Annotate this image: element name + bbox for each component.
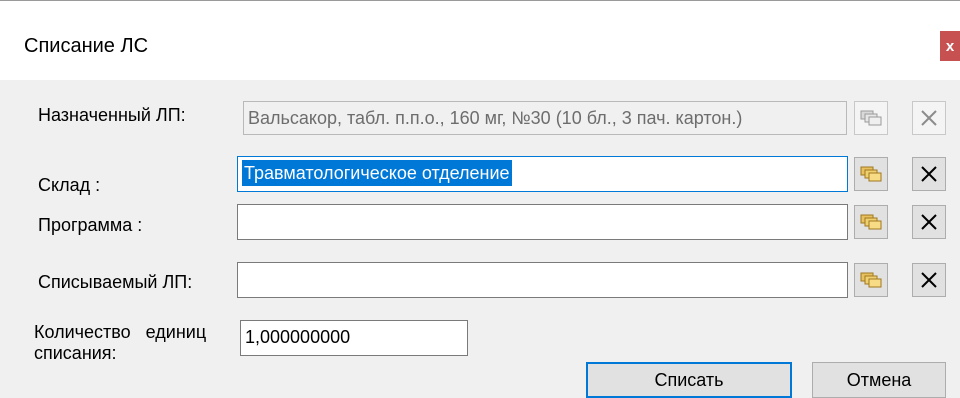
- assigned-drug-label: Назначенный ЛП:: [38, 105, 186, 125]
- quantity-label-line1: Количество единиц: [34, 322, 207, 342]
- x-icon: [921, 214, 937, 230]
- writeoff-drug-clear-button[interactable]: [912, 263, 946, 297]
- x-icon: [921, 110, 937, 126]
- cancel-button[interactable]: Отмена: [812, 362, 946, 398]
- writeoff-drug-field[interactable]: [237, 262, 848, 298]
- warehouse-value: Травматологическое отделение: [242, 160, 512, 186]
- program-label: Программа :: [38, 215, 143, 235]
- warehouse-lookup-button[interactable]: [854, 157, 888, 191]
- close-icon: x: [945, 37, 955, 55]
- writeoff-drug-label: Списываемый ЛП:: [38, 272, 193, 292]
- x-icon: [921, 166, 937, 182]
- program-clear-button[interactable]: [912, 205, 946, 239]
- assigned-drug-field: Вальсакор, табл. п.п.о., 160 мг, №30 (10…: [243, 101, 847, 135]
- x-icon: [921, 272, 937, 288]
- folders-icon: [860, 214, 882, 230]
- dialog-titlebar: Списание ЛС x: [0, 0, 960, 81]
- submit-button[interactable]: Списать: [586, 362, 792, 398]
- quantity-label: Количество единиц списания:: [34, 322, 206, 364]
- submit-button-label: Списать: [654, 369, 724, 390]
- quantity-label-line2: списания:: [34, 343, 117, 363]
- cancel-button-label: Отмена: [846, 369, 912, 390]
- quantity-value: 1,000000000: [245, 327, 351, 347]
- dialog-title: Списание ЛС: [24, 35, 149, 57]
- warehouse-clear-button[interactable]: [912, 157, 946, 191]
- writeoff-drug-lookup-button[interactable]: [854, 263, 888, 297]
- folders-icon: [860, 272, 882, 288]
- folders-icon: [860, 110, 882, 126]
- assigned-drug-lookup-button: [854, 101, 888, 135]
- close-button[interactable]: x: [940, 31, 960, 61]
- program-field[interactable]: [237, 204, 848, 240]
- program-lookup-button[interactable]: [854, 205, 888, 239]
- assigned-drug-value: Вальсакор, табл. п.п.о., 160 мг, №30 (10…: [248, 108, 743, 128]
- warehouse-label: Склад :: [38, 175, 101, 195]
- quantity-input[interactable]: 1,000000000: [240, 320, 468, 356]
- folders-icon: [860, 166, 882, 182]
- assigned-drug-clear-button: [912, 101, 946, 135]
- warehouse-field[interactable]: Травматологическое отделение: [237, 156, 848, 192]
